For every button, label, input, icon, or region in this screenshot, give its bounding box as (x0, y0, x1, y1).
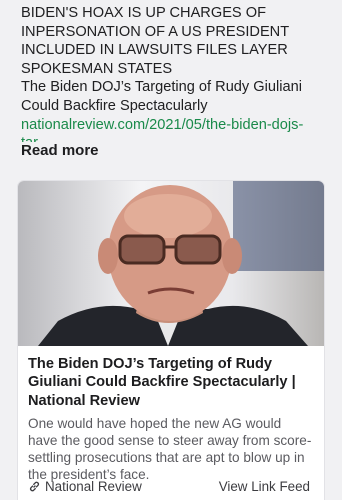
source-name: National Review (45, 479, 142, 494)
photo-of-man-in-glasses (38, 181, 324, 346)
post: BIDEN'S HOAX IS UP CHARGES OF INPERSONAT… (21, 4, 326, 161)
post-line: The Biden DOJ’s Targeting of Rudy Giulia… (21, 79, 302, 96)
card-image[interactable] (18, 181, 324, 346)
post-line: INPERSONATION OF A US PRESIDENT (21, 23, 290, 40)
post-line: BIDEN'S HOAX IS UP CHARGES OF (21, 5, 266, 21)
view-link-feed-button[interactable]: View Link Feed (219, 479, 310, 494)
post-line: INCLUDED IN LAWSUITS FILES LAYER (21, 42, 288, 59)
read-more-button[interactable]: Read more (21, 141, 99, 161)
card-description: One would have hoped the new AG would ha… (28, 416, 312, 482)
post-line: Could Backfire Spectacularly (21, 97, 208, 114)
card-title[interactable]: The Biden DOJ’s Targeting of Rudy Giulia… (28, 355, 314, 410)
post-text: BIDEN'S HOAX IS UP CHARGES OF INPERSONAT… (21, 4, 326, 116)
card-body: The Biden DOJ’s Targeting of Rudy Giulia… (18, 346, 324, 483)
link-preview-card[interactable]: The Biden DOJ’s Targeting of Rudy Giulia… (18, 181, 324, 500)
link-icon (29, 481, 40, 492)
source[interactable]: National Review (28, 479, 142, 494)
post-link[interactable]: nationalreview.com/2021/05/the-biden-doj… (21, 116, 326, 135)
post-line: SPOKESMAN STATES (21, 60, 173, 77)
card-footer: National Review View Link Feed (28, 479, 310, 494)
